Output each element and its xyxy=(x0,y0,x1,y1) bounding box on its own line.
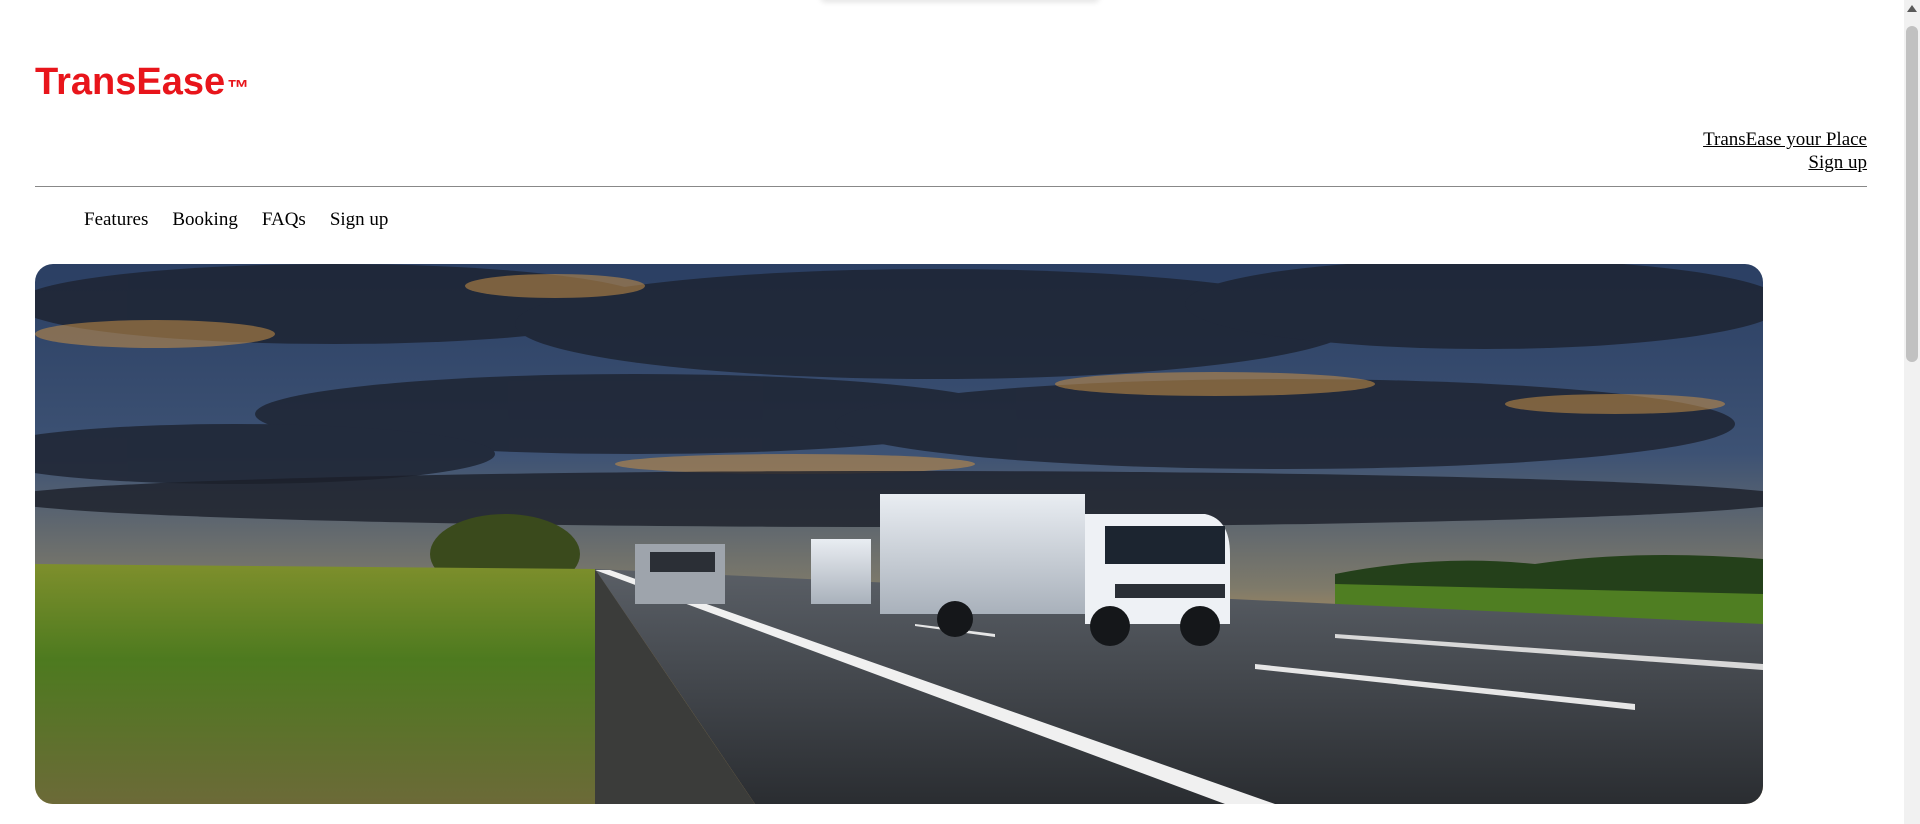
header-links: TransEase your Place Sign up xyxy=(1703,128,1867,174)
trademark-symbol: ™ xyxy=(227,75,250,100)
transease-your-place-link[interactable]: TransEase your Place xyxy=(1703,128,1867,151)
nav-item-booking[interactable]: Booking xyxy=(172,207,237,233)
brand-name: TransEase xyxy=(35,61,226,103)
main-nav: Features Booking FAQs Sign up xyxy=(84,207,388,233)
nav-item-faqs[interactable]: FAQs xyxy=(262,207,306,233)
trucks-on-highway-image xyxy=(35,264,1763,804)
scroll-up-arrow-icon[interactable] xyxy=(1907,5,1917,12)
brand-logo[interactable]: TransEase™ xyxy=(35,58,249,106)
scroll-thumb[interactable] xyxy=(1906,26,1918,362)
vertical-scrollbar[interactable] xyxy=(1904,0,1920,824)
nav-item-sign-up[interactable]: Sign up xyxy=(330,207,389,233)
header-sign-up-link[interactable]: Sign up xyxy=(1703,151,1867,174)
nav-item-features[interactable]: Features xyxy=(84,207,148,233)
header-divider xyxy=(35,186,1867,187)
hero-image xyxy=(35,264,1763,804)
page: TransEase™ TransEase your Place Sign up … xyxy=(0,0,1920,824)
